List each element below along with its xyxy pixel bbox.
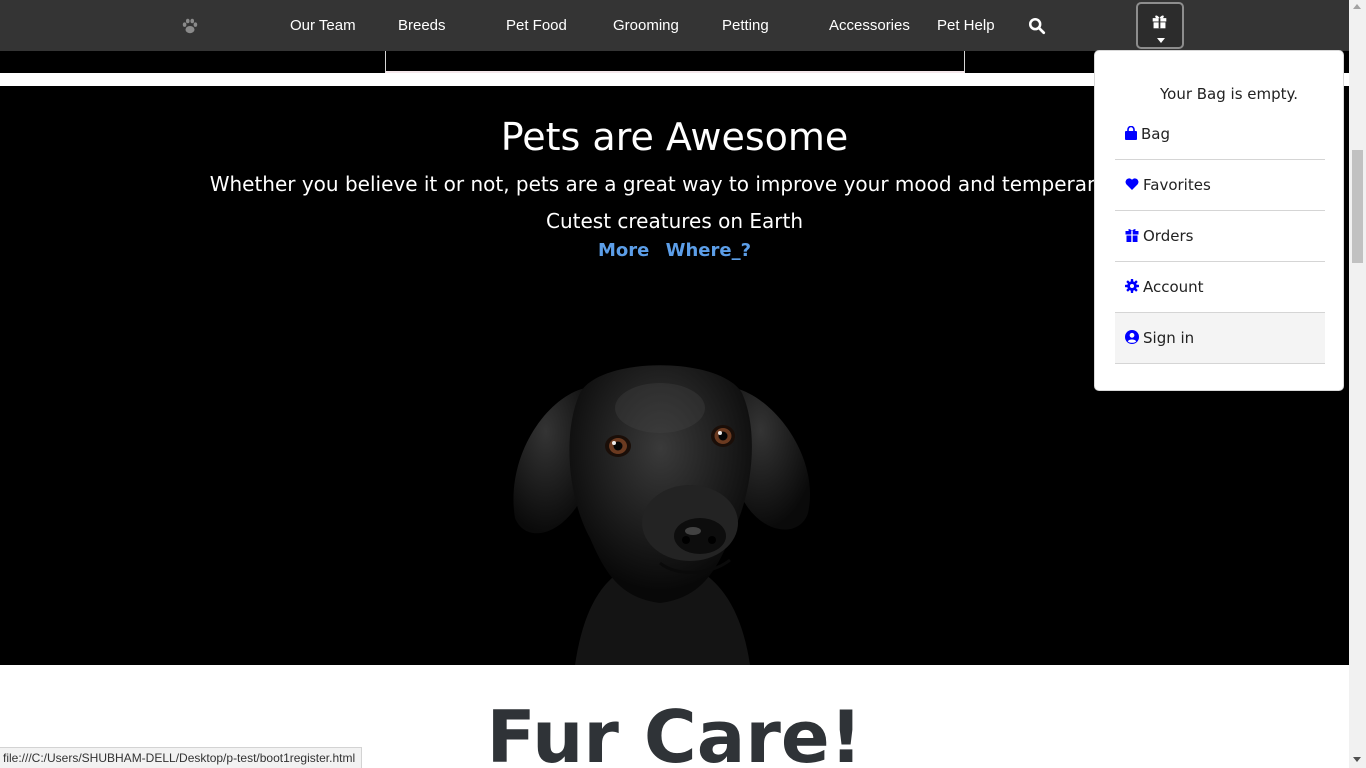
shopping-bag-icon xyxy=(1125,126,1137,140)
where-link[interactable]: Where_? xyxy=(666,240,751,261)
dropdown-item-favorites[interactable]: Favorites xyxy=(1115,160,1325,211)
bag-dropdown-menu: Your Bag is empty. Bag Favorites Orders xyxy=(1094,50,1344,391)
gift-icon xyxy=(1152,15,1167,29)
search-icon[interactable] xyxy=(1028,17,1046,35)
dropdown-item-label: Account xyxy=(1143,278,1204,296)
caret-down-icon xyxy=(1157,38,1165,43)
search-panel-edge xyxy=(385,51,965,73)
heart-icon xyxy=(1125,178,1139,190)
black-puppy-image xyxy=(513,365,810,665)
vertical-scrollbar[interactable] xyxy=(1349,0,1366,768)
box-icon xyxy=(1125,229,1139,242)
scroll-down-arrow-icon[interactable] xyxy=(1353,757,1361,762)
dropdown-item-orders[interactable]: Orders xyxy=(1115,211,1325,262)
dropdown-item-bag[interactable]: Bag xyxy=(1115,109,1325,160)
scroll-up-arrow-icon[interactable] xyxy=(1353,4,1361,9)
nav-link-petting[interactable]: Petting xyxy=(722,16,769,36)
nav-link-grooming[interactable]: Grooming xyxy=(613,16,679,36)
scrollbar-thumb[interactable] xyxy=(1352,150,1363,263)
nav-link-pet-food[interactable]: Pet Food xyxy=(506,16,567,36)
paw-icon[interactable] xyxy=(181,17,199,35)
nav-link-our-team[interactable]: Our Team xyxy=(290,16,356,36)
top-navbar: Our Team Breeds Pet Food Grooming Pettin… xyxy=(0,0,1349,51)
nav-link-accessories[interactable]: Accessories xyxy=(829,16,910,36)
dropdown-item-label: Bag xyxy=(1141,125,1171,143)
gear-icon xyxy=(1125,279,1139,293)
status-bar-url: file:///C:/Users/SHUBHAM-DELL/Desktop/p-… xyxy=(0,747,363,768)
dropdown-item-label: Favorites xyxy=(1143,176,1211,194)
nav-link-pet-help[interactable]: Pet Help xyxy=(937,16,995,36)
user-circle-icon xyxy=(1125,330,1139,344)
more-link[interactable]: More xyxy=(598,240,649,261)
dropdown-item-sign-in[interactable]: Sign in xyxy=(1115,313,1325,364)
nav-link-breeds[interactable]: Breeds xyxy=(398,16,446,36)
bag-dropdown-button[interactable] xyxy=(1136,2,1184,49)
dropdown-item-account[interactable]: Account xyxy=(1115,262,1325,313)
dropdown-item-label: Orders xyxy=(1143,227,1194,245)
dropdown-item-label: Sign in xyxy=(1143,329,1195,347)
bag-empty-message: Your Bag is empty. xyxy=(1159,85,1299,103)
